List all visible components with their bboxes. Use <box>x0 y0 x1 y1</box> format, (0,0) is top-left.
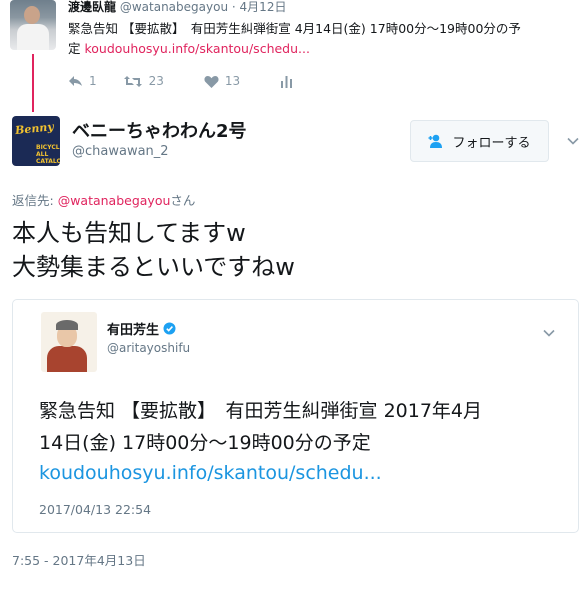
parent-screen-name[interactable]: @watanabegayou <box>120 0 228 14</box>
like-count: 13 <box>224 74 241 88</box>
tweet-timestamp[interactable]: 7:55 - 2017年4月13日 <box>12 550 146 569</box>
parent-timestamp[interactable]: 4月12日 <box>240 0 287 14</box>
retweet-button[interactable]: 23 <box>123 74 164 88</box>
parent-text-line: 定 <box>68 41 85 56</box>
follow-user-icon <box>428 134 443 148</box>
chevron-down-icon[interactable] <box>542 326 556 340</box>
quoted-text-line: 14日(金) 17時00分〜19時00分の予定 <box>39 432 371 454</box>
quoted-user-avatar[interactable] <box>41 312 97 372</box>
quoted-display-name[interactable]: 有田芳生 <box>107 319 176 338</box>
parent-action-bar: 1 23 13 <box>68 72 311 90</box>
like-icon <box>204 75 219 88</box>
quoted-tweet-link[interactable]: koudouhosyu.info/skantou/schedu... <box>39 462 382 484</box>
user-display-name[interactable]: ベニーちゃわわん2号 <box>72 117 247 143</box>
quoted-text-line: 緊急告知 【要拡散】 有田芳生糾弾街宣 2017年4月 <box>39 400 483 422</box>
avatar-logo-subtext: BICYCLE ALL CATALOG <box>36 144 60 165</box>
quoted-tweet-timestamp[interactable]: 2017/04/13 22:54 <box>39 502 151 517</box>
retweet-count: 23 <box>148 74 164 88</box>
reply-suffix: さん <box>170 193 196 208</box>
parent-display-name[interactable]: 渡邊臥龍 <box>68 0 116 14</box>
reply-context: 返信先: @watanabegayouさん <box>12 190 195 209</box>
parent-tweet[interactable]: 渡邊臥龍 @watanabegayou · 4月12日 緊急告知 【要拡散】 有… <box>0 0 580 112</box>
reply-icon <box>69 76 82 86</box>
reply-prefix: 返信先: <box>12 193 58 208</box>
parent-tweet-header: 渡邊臥龍 @watanabegayou · 4月12日 <box>68 0 286 14</box>
separator-dot: · <box>231 0 236 14</box>
analytics-icon <box>281 75 293 88</box>
tweet-text-line: 大勢集まるといいですねw <box>12 253 295 281</box>
follow-button-label: フォローする <box>452 135 531 151</box>
follow-button[interactable]: フォローする <box>410 120 549 162</box>
parent-text-line: 緊急告知 【要拡散】 有田芳生糾弾街宣 4月14日(金) 17時00分〜19時0… <box>68 21 521 36</box>
verified-badge-icon <box>163 322 176 335</box>
quoted-display-name-text: 有田芳生 <box>107 323 160 338</box>
chevron-down-icon[interactable] <box>566 134 580 148</box>
parent-tweet-text: 緊急告知 【要拡散】 有田芳生糾弾街宣 4月14日(金) 17時00分〜19時0… <box>68 19 568 59</box>
parent-avatar[interactable] <box>10 0 56 50</box>
user-screen-name[interactable]: @chawawan_2 <box>72 144 169 159</box>
retweet-icon <box>123 75 142 87</box>
reply-mention-link[interactable]: @watanabegayou <box>58 193 171 208</box>
thread-connector-line <box>32 54 34 112</box>
user-avatar[interactable]: Benny BICYCLE ALL CATALOG <box>12 116 60 166</box>
reply-button[interactable]: 1 <box>68 74 97 88</box>
avatar-logo-text: Benny <box>14 120 55 138</box>
quoted-screen-name[interactable]: @aritayoshifu <box>107 341 190 355</box>
like-button[interactable]: 13 <box>204 74 240 88</box>
tweet-text: 本人も告知してますw 大勢集まるといいですねw <box>12 216 572 284</box>
parent-link[interactable]: koudouhosyu.info/skantou/schedu... <box>84 41 309 56</box>
analytics-button[interactable] <box>280 75 293 88</box>
quoted-tweet-card[interactable]: 有田芳生 @aritayoshifu 緊急告知 【要拡散】 有田芳生糾弾街宣 2… <box>12 299 579 533</box>
reply-count: 1 <box>89 74 97 88</box>
tweet-text-line: 本人も告知してますw <box>12 219 246 247</box>
quoted-tweet-text: 緊急告知 【要拡散】 有田芳生糾弾街宣 2017年4月 14日(金) 17時00… <box>39 395 559 459</box>
